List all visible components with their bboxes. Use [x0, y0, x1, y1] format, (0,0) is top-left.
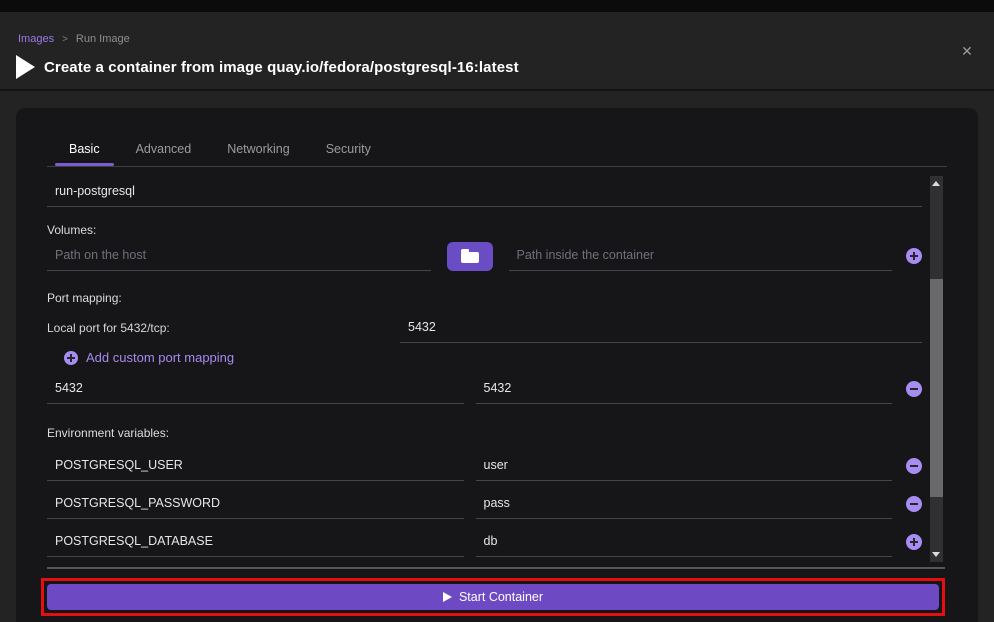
env-name-input[interactable]	[47, 527, 464, 557]
page-title: Create a container from image quay.io/fe…	[44, 59, 519, 76]
annotation-highlight-box: Start Container	[41, 578, 945, 616]
scrollbar[interactable]	[930, 176, 943, 562]
start-container-label: Start Container	[459, 590, 543, 604]
volume-row	[47, 241, 922, 271]
plus-circle-icon	[64, 351, 78, 365]
custom-port-row	[47, 374, 922, 404]
container-name-input[interactable]	[47, 177, 922, 207]
local-port-label: Local port for 5432/tcp:	[47, 321, 400, 335]
breadcrumb-current: Run Image	[76, 33, 130, 45]
play-icon	[443, 592, 452, 602]
env-value-input[interactable]	[476, 527, 893, 557]
env-row	[47, 527, 922, 557]
tab-networking[interactable]: Networking	[213, 138, 304, 166]
folder-icon	[461, 252, 479, 263]
footer-divider	[47, 567, 945, 569]
dialog-header: Images > Run Image Create a container fr…	[0, 12, 994, 91]
volume-container-path-input[interactable]	[509, 241, 893, 271]
add-custom-port-mapping-label: Add custom port mapping	[86, 350, 234, 365]
breadcrumb: Images > Run Image	[18, 33, 994, 45]
add-env-variable-icon[interactable]	[906, 534, 922, 550]
environment-variables-label: Environment variables:	[47, 426, 922, 440]
env-row	[47, 451, 922, 481]
tab-security[interactable]: Security	[312, 138, 385, 166]
env-name-input[interactable]	[47, 489, 464, 519]
remove-env-variable-icon[interactable]	[906, 458, 922, 474]
title-row: Create a container from image quay.io/fe…	[18, 55, 994, 79]
breadcrumb-separator-icon: >	[62, 34, 68, 45]
start-container-button[interactable]: Start Container	[47, 584, 939, 610]
basic-tab-content: Volumes: Port mapping: Local port for 54…	[16, 167, 978, 557]
play-icon	[16, 55, 35, 79]
run-image-panel: Basic Advanced Networking Security Volum…	[16, 108, 978, 622]
custom-port-host-input[interactable]	[47, 374, 464, 404]
scroll-up-icon[interactable]	[932, 181, 940, 186]
browse-folder-button[interactable]	[447, 242, 493, 271]
local-port-row: Local port for 5432/tcp:	[47, 313, 922, 343]
remove-env-variable-icon[interactable]	[906, 496, 922, 512]
custom-port-container-input[interactable]	[476, 374, 893, 404]
env-value-input[interactable]	[476, 489, 893, 519]
local-port-input[interactable]	[400, 313, 922, 343]
remove-port-mapping-icon[interactable]	[906, 381, 922, 397]
volumes-label: Volumes:	[47, 223, 922, 237]
breadcrumb-images-link[interactable]: Images	[18, 33, 54, 45]
env-row	[47, 489, 922, 519]
close-icon[interactable]	[958, 42, 976, 60]
tab-advanced[interactable]: Advanced	[122, 138, 206, 166]
volume-host-path-input[interactable]	[47, 241, 431, 271]
scrollbar-thumb[interactable]	[930, 279, 943, 497]
add-custom-port-mapping-link[interactable]: Add custom port mapping	[64, 350, 922, 365]
window-titlebar	[0, 0, 994, 12]
tab-bar: Basic Advanced Networking Security	[47, 138, 947, 167]
scroll-down-icon[interactable]	[932, 552, 940, 557]
port-mapping-label: Port mapping:	[47, 291, 922, 305]
tab-basic[interactable]: Basic	[55, 138, 114, 166]
env-value-input[interactable]	[476, 451, 893, 481]
env-name-input[interactable]	[47, 451, 464, 481]
add-volume-icon[interactable]	[906, 248, 922, 264]
